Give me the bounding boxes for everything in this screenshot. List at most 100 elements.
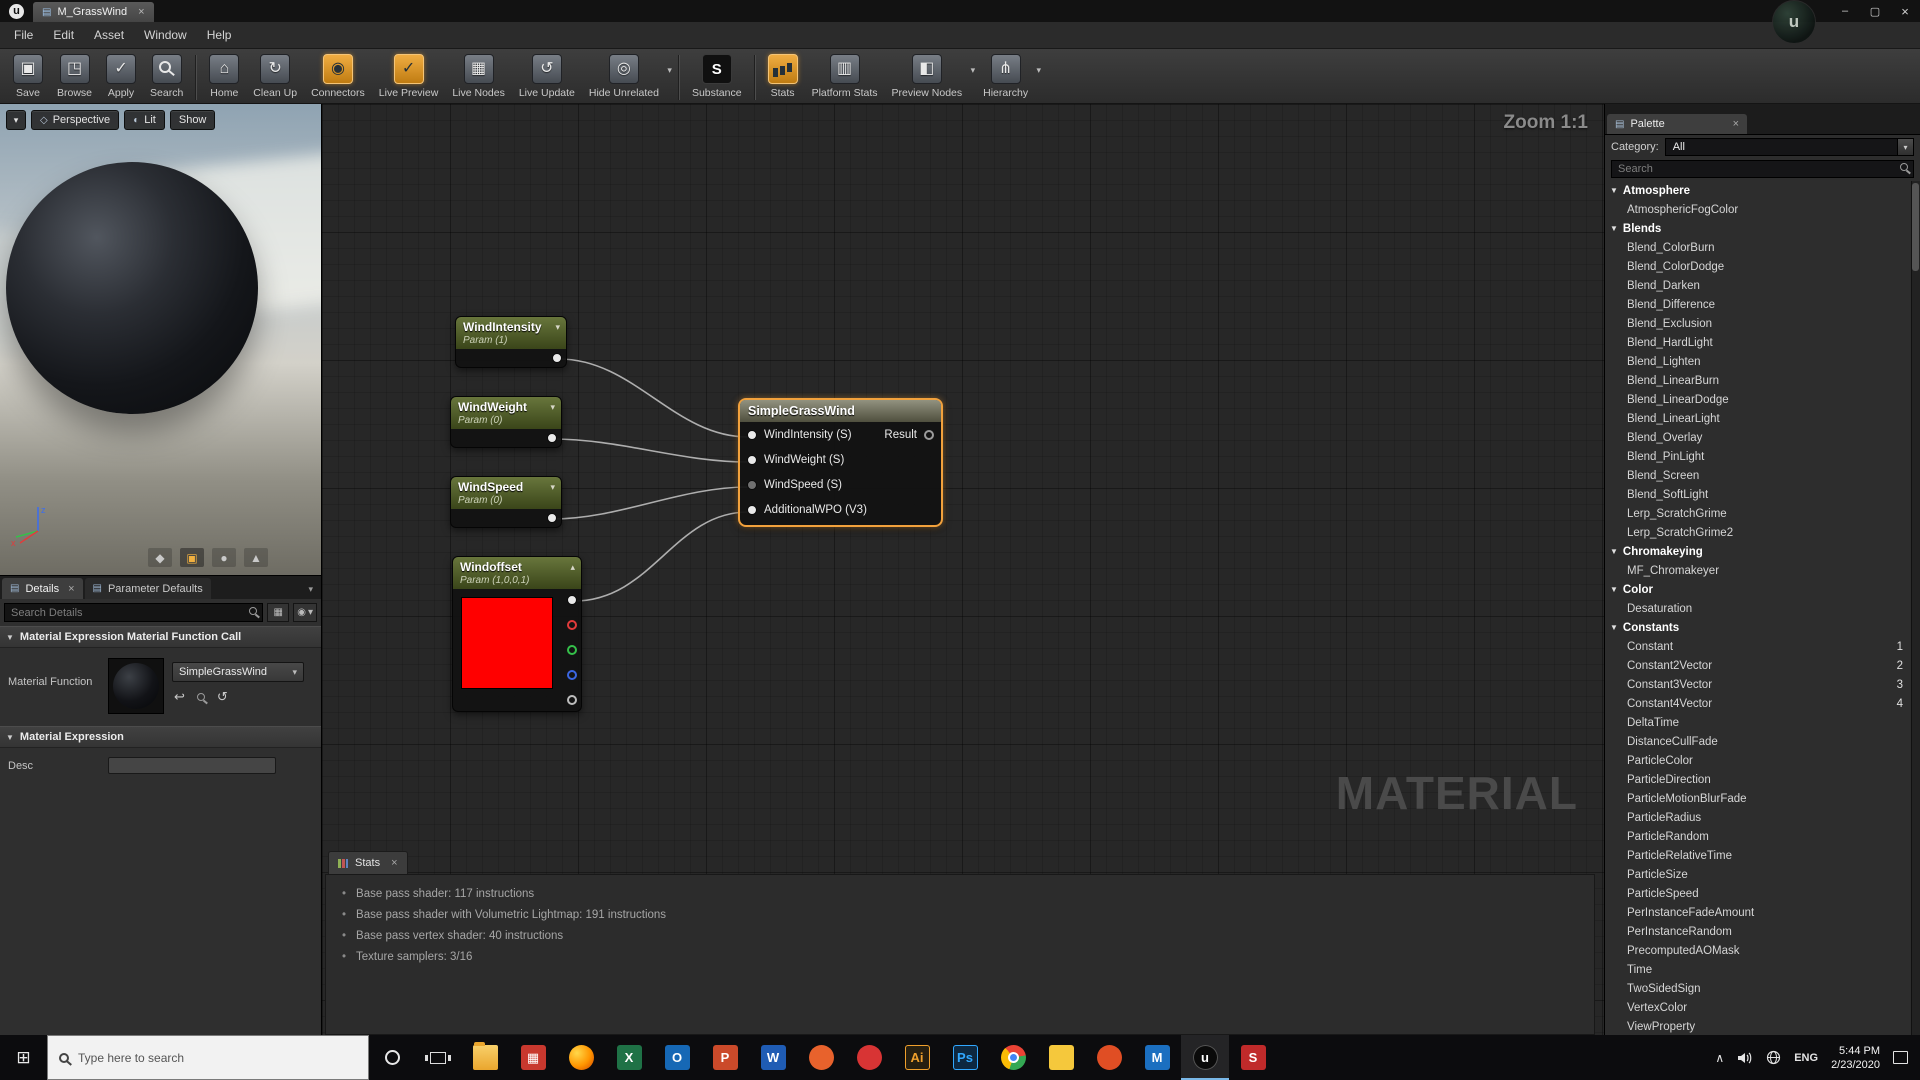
input-pin-additionalwpo[interactable] xyxy=(747,504,757,515)
close-icon[interactable]: × xyxy=(1733,118,1739,130)
toolbar-button-apply[interactable]: ✓ Apply xyxy=(99,52,143,99)
output-pin-a[interactable] xyxy=(567,695,577,705)
menu-file[interactable]: File xyxy=(4,22,43,48)
palette-item-blend-colordodge[interactable]: Blend_ColorDodge xyxy=(1605,257,1920,276)
cortana-button[interactable] xyxy=(369,1035,415,1080)
menu-help[interactable]: Help xyxy=(197,22,242,48)
node-windintensity[interactable]: WindIntensity ▾ Param (1) xyxy=(455,316,567,368)
expander-icon[interactable]: ▾ xyxy=(555,322,560,333)
palette-item-blend-softlight[interactable]: Blend_SoftLight xyxy=(1605,485,1920,504)
palette-item-viewproperty[interactable]: ViewProperty xyxy=(1605,1017,1920,1035)
asset-tab[interactable]: ▤ M_GrassWind × xyxy=(33,2,154,22)
toolbar-button-stats[interactable]: Stats xyxy=(761,52,805,99)
palette-item-blend-difference[interactable]: Blend_Difference xyxy=(1605,295,1920,314)
palette-scrollbar-thumb[interactable] xyxy=(1912,183,1919,271)
palette-item-constant[interactable]: Constant 1 xyxy=(1605,637,1920,656)
toolbar-button-live-update[interactable]: ↺ Live Update xyxy=(512,52,582,99)
toolbar-button-live-nodes[interactable]: ▦ Live Nodes xyxy=(445,52,512,99)
close-icon[interactable]: × xyxy=(68,583,74,595)
palette-item-blend-lighten[interactable]: Blend_Lighten xyxy=(1605,352,1920,371)
palette-item-blend-hardlight[interactable]: Blend_HardLight xyxy=(1605,333,1920,352)
preview-viewport[interactable]: ▾ ◇ Perspective ◐ Lit Show z x ◆ ▣ ● ▲ xyxy=(0,104,321,576)
palette-item-desaturation[interactable]: Desaturation xyxy=(1605,599,1920,618)
palette-item-constant4vector[interactable]: Constant4Vector 4 xyxy=(1605,694,1920,713)
node-simplegrasswind[interactable]: SimpleGrassWind WindIntensity (S) Result… xyxy=(738,398,943,527)
desc-input[interactable] xyxy=(108,757,276,774)
menu-window[interactable]: Window xyxy=(134,22,197,48)
output-pin-r[interactable] xyxy=(567,620,577,630)
palette-item-particlemotionblurfade[interactable]: ParticleMotionBlurFade xyxy=(1605,789,1920,808)
toolbar-button-home[interactable]: ⌂ Home xyxy=(202,52,246,99)
node-windspeed[interactable]: WindSpeed ▾ Param (0) xyxy=(450,476,562,528)
palette-category-chromakeying[interactable]: ▼ Chromakeying xyxy=(1605,542,1920,561)
action-center-icon[interactable] xyxy=(1893,1051,1908,1064)
menu-asset[interactable]: Asset xyxy=(84,22,134,48)
lit-button[interactable]: ◐ Lit xyxy=(124,110,165,130)
output-pin-result[interactable] xyxy=(924,429,934,440)
palette-item-particlerandom[interactable]: ParticleRandom xyxy=(1605,827,1920,846)
palette-item-blend-overlay[interactable]: Blend_Overlay xyxy=(1605,428,1920,447)
toolbar-button-platform-stats[interactable]: ▥ Platform Stats xyxy=(805,52,885,99)
node-windweight[interactable]: WindWeight ▾ Param (0) xyxy=(450,396,562,448)
browse-to-asset-icon[interactable] xyxy=(196,693,205,701)
expander-icon[interactable]: ▾ xyxy=(550,402,555,413)
palette-item-mf-chromakeyer[interactable]: MF_Chromakeyer xyxy=(1605,561,1920,580)
output-pin-g[interactable] xyxy=(567,645,577,655)
palette-item-blend-lineardodge[interactable]: Blend_LinearDodge xyxy=(1605,390,1920,409)
menu-edit[interactable]: Edit xyxy=(43,22,84,48)
reset-icon[interactable]: ↺ xyxy=(217,689,228,705)
toolbar-button-browse[interactable]: ◳ Browse xyxy=(50,52,99,99)
taskbar-search-input[interactable] xyxy=(78,1050,357,1065)
dropdown-arrow-icon[interactable]: ▾ xyxy=(971,65,976,76)
palette-item-twosidedsign[interactable]: TwoSidedSign xyxy=(1605,979,1920,998)
viewport-options-dropdown[interactable]: ▾ xyxy=(6,110,26,130)
details-search-input[interactable] xyxy=(4,603,264,622)
taskbar-app-illustrator[interactable]: Ai xyxy=(893,1035,941,1080)
viewport-tool-icon-1[interactable]: ◆ xyxy=(148,548,172,567)
category-select[interactable]: All ▾ xyxy=(1664,138,1914,156)
taskbar-app-m-app[interactable]: M xyxy=(1133,1035,1181,1080)
taskbar-app-file-explorer[interactable] xyxy=(461,1035,509,1080)
taskbar-app-brave[interactable] xyxy=(797,1035,845,1080)
input-pin-windspeed[interactable] xyxy=(747,479,757,490)
output-pin[interactable] xyxy=(547,433,557,443)
palette-item-precomputedaomask[interactable]: PrecomputedAOMask xyxy=(1605,941,1920,960)
palette-category-constants[interactable]: ▼ Constants xyxy=(1605,618,1920,637)
palette-item-particlerelativetime[interactable]: ParticleRelativeTime xyxy=(1605,846,1920,865)
taskbar-app-photoshop[interactable]: Ps xyxy=(941,1035,989,1080)
close-icon[interactable]: × xyxy=(391,857,397,869)
toolbar-button-save[interactable]: ▣ Save xyxy=(6,52,50,99)
toolbar-button-clean-up[interactable]: ↻ Clean Up xyxy=(246,52,304,99)
tray-expand-icon[interactable]: ∧ xyxy=(1715,1051,1724,1065)
minimize-button[interactable]: – xyxy=(1830,0,1860,22)
maximize-button[interactable]: ▢ xyxy=(1860,0,1890,22)
taskbar-app-excel[interactable]: X xyxy=(605,1035,653,1080)
taskbar-app-word[interactable]: W xyxy=(749,1035,797,1080)
expander-icon[interactable]: ▾ xyxy=(550,482,555,493)
viewport-tool-icon-4[interactable]: ▲ xyxy=(244,548,268,567)
tab-parameter-defaults[interactable]: ▤ Parameter Defaults xyxy=(84,578,211,599)
palette-item-distancecullfade[interactable]: DistanceCullFade xyxy=(1605,732,1920,751)
taskbar-app-red-browser[interactable] xyxy=(845,1035,893,1080)
taskbar-app-chrome[interactable] xyxy=(989,1035,1037,1080)
output-pin[interactable] xyxy=(547,513,557,523)
start-button[interactable]: ⊞ xyxy=(0,1035,47,1080)
section-material-expression[interactable]: ▼ Material Expression xyxy=(0,726,321,748)
taskbar-app-sticky-notes[interactable] xyxy=(1037,1035,1085,1080)
taskbar-app-firefox[interactable] xyxy=(557,1035,605,1080)
expander-icon[interactable]: ▴ xyxy=(570,562,575,573)
toolbar-button-connectors[interactable]: ◉ Connectors xyxy=(304,52,372,99)
taskbar-search[interactable] xyxy=(47,1035,369,1080)
close-window-button[interactable]: × xyxy=(1890,0,1920,22)
property-matrix-button[interactable]: ▦ xyxy=(267,603,290,622)
viewport-tool-icon-2[interactable]: ▣ xyxy=(180,548,204,567)
graph-editor[interactable]: Zoom 1:1 MATERIAL WindIntensity ▾ Param … xyxy=(322,104,1604,1035)
palette-item-particlecolor[interactable]: ParticleColor xyxy=(1605,751,1920,770)
section-material-function-call[interactable]: ▼ Material Expression Material Function … xyxy=(0,626,321,648)
taskbar-app-orange-app[interactable] xyxy=(1085,1035,1133,1080)
palette-item-particledirection[interactable]: ParticleDirection xyxy=(1605,770,1920,789)
taskbar-app-outlook[interactable]: O xyxy=(653,1035,701,1080)
taskbar-app-powerpoint[interactable]: P xyxy=(701,1035,749,1080)
palette-item-blend-screen[interactable]: Blend_Screen xyxy=(1605,466,1920,485)
input-pin-windintensity[interactable] xyxy=(747,429,757,440)
